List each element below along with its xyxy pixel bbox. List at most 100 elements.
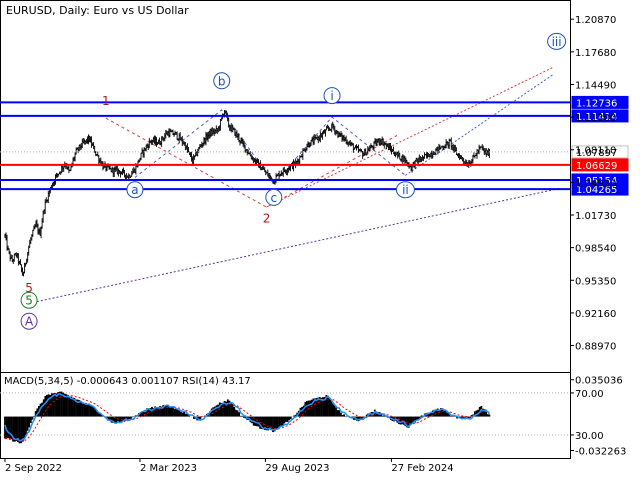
macd-bar [241, 415, 244, 417]
price-bar [18, 260, 21, 265]
indicator-title: MACD(5,34,5) -0.000643 0.001107 RSI(14) … [4, 376, 251, 387]
price-bar [349, 139, 352, 147]
macd-bar [15, 416, 18, 441]
macd-bar [67, 395, 69, 417]
price-bar [351, 142, 354, 146]
wave-label-text: 2 [263, 211, 271, 225]
price-bar [41, 218, 43, 229]
macd-bar [488, 414, 491, 417]
price-bar [436, 146, 438, 152]
price-bar [332, 123, 335, 131]
price-bar [244, 144, 246, 153]
price-bar [286, 168, 289, 176]
price-bar [117, 168, 120, 177]
price-bar [330, 123, 333, 133]
price-bar [67, 166, 69, 171]
price-bar [213, 128, 216, 137]
price-bar [376, 138, 378, 147]
macd-bar [86, 404, 89, 417]
price-bar [366, 146, 369, 155]
price-bar [212, 128, 214, 135]
macd-bar [71, 397, 74, 417]
macd-bar [306, 401, 308, 417]
price-bar [294, 158, 297, 169]
macd-bar [184, 413, 187, 417]
price-bar [118, 169, 121, 174]
price-chart[interactable]: 1.127361.114141.078971.066291.051541.042… [0, 0, 640, 480]
price-bar [44, 199, 46, 214]
wave-label-text: b [218, 74, 226, 88]
macd-bar [175, 408, 178, 417]
macd-bar [31, 416, 34, 420]
macd-bar [115, 416, 118, 423]
macd-bar [330, 399, 333, 417]
main-panel-frame [0, 0, 571, 373]
price-bar [373, 141, 375, 151]
y-tick-label: 0.98540 [575, 244, 616, 255]
price-bar [443, 145, 445, 151]
price-bar [83, 138, 86, 145]
price-bar [469, 160, 471, 165]
wave-label-iii: iii [547, 32, 567, 50]
wave-line-4 [28, 189, 554, 304]
macd-bar [399, 416, 402, 425]
price-bar [446, 141, 448, 146]
price-bar [57, 173, 60, 177]
macd-bar [180, 411, 182, 417]
price-bar [7, 245, 9, 251]
price-bar [350, 141, 353, 147]
price-bar [163, 133, 166, 142]
price-bar [207, 131, 209, 143]
price-bar [411, 164, 413, 173]
wave-label-c: c [265, 188, 283, 206]
price-bar [5, 232, 7, 241]
price-bar [78, 144, 81, 152]
price-bar [478, 144, 480, 155]
macd-bar [304, 402, 307, 417]
price-bar [92, 142, 95, 150]
price-bar [488, 148, 491, 159]
price-bar [159, 141, 162, 146]
price-bar [482, 145, 485, 152]
price-bar [190, 151, 193, 162]
price-bar [352, 143, 355, 153]
indicator-tick-label: 70.00 [575, 389, 604, 400]
price-bar [263, 167, 266, 173]
price-bar [382, 138, 385, 146]
price-bar [461, 156, 464, 162]
price-bar [49, 186, 52, 194]
price-bar [226, 112, 229, 122]
wave-label-text: iii [552, 35, 562, 49]
macd-bar [128, 416, 131, 419]
macd-bar [47, 394, 50, 417]
macd-bar [233, 406, 236, 417]
macd-bar [70, 396, 73, 417]
wave-label-text: ii [402, 183, 409, 197]
price-bar [402, 154, 404, 165]
macd-bar [288, 416, 291, 421]
price-bar [36, 219, 38, 228]
macd-bar [168, 406, 171, 417]
price-bar [15, 252, 18, 258]
wave-label-5: 5 [20, 291, 38, 309]
price-bar [343, 134, 345, 143]
wave-line-0 [105, 117, 398, 208]
price-bar [473, 152, 475, 158]
price-bar [113, 166, 116, 178]
macd-bar [58, 391, 61, 417]
macd-bar [327, 395, 329, 417]
price-bar [20, 264, 23, 273]
macd-bar [170, 406, 173, 417]
wave-label-text: 5 [25, 294, 33, 308]
price-bar [97, 154, 100, 165]
wave-label-a: a [126, 181, 144, 199]
macd-bar [449, 416, 452, 417]
price-bar [403, 155, 405, 162]
macd-bar [257, 416, 260, 427]
macd-bar [54, 393, 56, 417]
macd-bar [33, 415, 35, 417]
macd-bar [485, 411, 488, 417]
price-bar [206, 132, 208, 141]
price-bar [377, 138, 379, 143]
price-bar [194, 149, 197, 157]
